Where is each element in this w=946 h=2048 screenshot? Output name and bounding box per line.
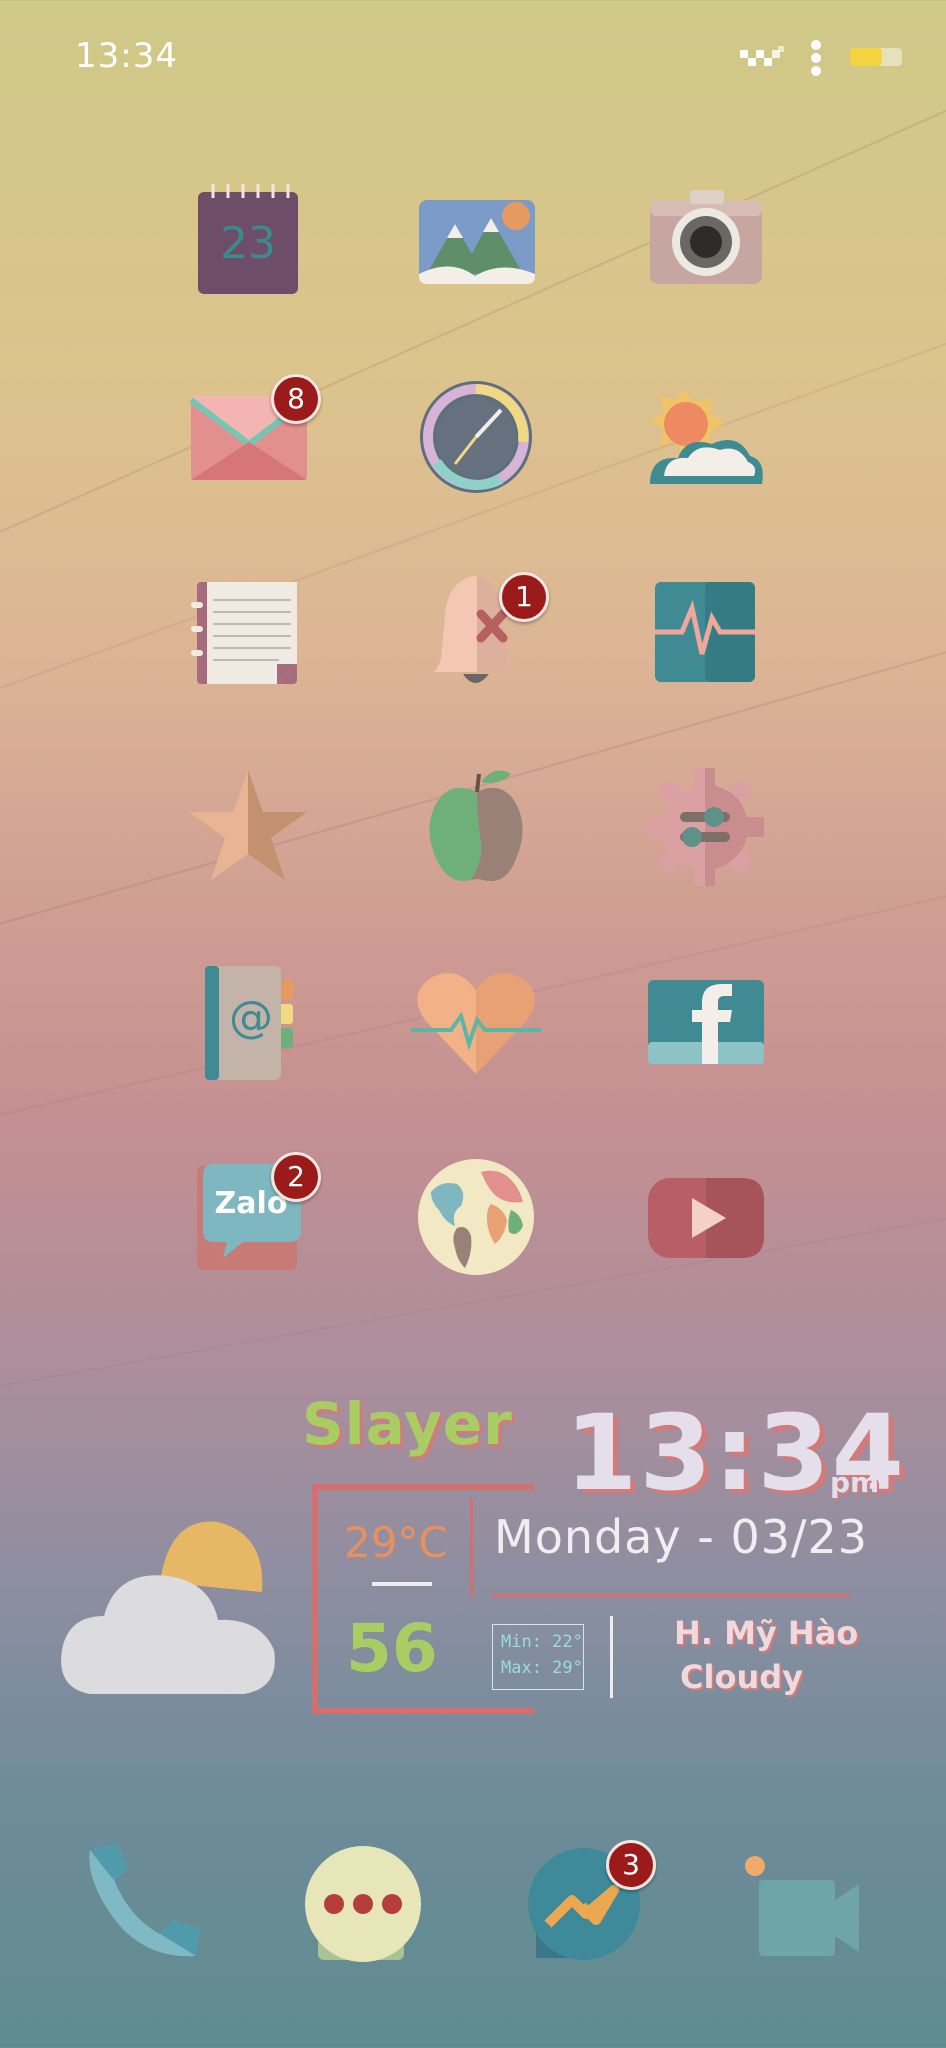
- gear-icon: [646, 768, 764, 886]
- widget-title: Slayer: [302, 1390, 513, 1458]
- zalo-app[interactable]: Zalo 2: [183, 1152, 321, 1282]
- clock-app[interactable]: [411, 372, 541, 502]
- mail-app[interactable]: 8: [183, 372, 321, 502]
- notes-app[interactable]: [183, 568, 313, 698]
- apple-icon: [429, 770, 523, 881]
- widget-condition: Cloudy: [680, 1658, 803, 1696]
- phone-app[interactable]: [80, 1840, 210, 1970]
- messenger-badge: 3: [606, 1840, 656, 1890]
- battery-icon: [850, 48, 902, 66]
- camera-icon: [650, 190, 762, 284]
- weather-app[interactable]: [640, 372, 770, 502]
- status-time: 13:34: [75, 36, 178, 76]
- signal-icon: [740, 44, 786, 70]
- widget-weather-icon: [60, 1512, 280, 1702]
- gallery-app[interactable]: [411, 178, 541, 308]
- widget-min: Min: 22°: [501, 1632, 583, 1652]
- chat-dots-icon: [305, 1846, 421, 1962]
- contacts-app[interactable]: @: [183, 958, 313, 1088]
- mountains-photo-icon: [419, 200, 535, 284]
- video-camera-icon: [745, 1856, 859, 1956]
- temp-divider: [470, 1498, 473, 1596]
- health-monitor-app[interactable]: [640, 568, 770, 698]
- heart-rate-app[interactable]: [411, 958, 541, 1088]
- widget-frame-left: [312, 1484, 318, 1714]
- apple-app[interactable]: [411, 762, 541, 892]
- zalo-badge: 2: [271, 1152, 321, 1202]
- play-icon: [648, 1178, 764, 1258]
- calendar-app[interactable]: 23: [183, 178, 313, 308]
- widget-frame-bottom: [312, 1708, 534, 1714]
- clock-icon: [420, 381, 532, 493]
- widget-location: H. Mỹ Hào: [674, 1614, 859, 1652]
- heart-pulse-icon: [411, 973, 541, 1074]
- messenger-app[interactable]: 3: [520, 1840, 656, 1970]
- sun-cloud-icon: [650, 390, 763, 484]
- globe-app[interactable]: [411, 1152, 541, 1282]
- cloud-sun-icon: [61, 1521, 275, 1694]
- messages-app[interactable]: [298, 1840, 428, 1970]
- star-icon: [189, 770, 307, 880]
- favorites-app[interactable]: [183, 762, 313, 892]
- notebook-icon: [191, 582, 297, 684]
- notifications-app[interactable]: 1: [411, 568, 549, 698]
- facebook-app[interactable]: [640, 958, 770, 1088]
- widget-date: Monday - 03/23: [494, 1510, 869, 1564]
- contacts-at-label: @: [229, 992, 273, 1043]
- phone-icon: [89, 1844, 200, 1957]
- calendar-day: 23: [220, 218, 276, 269]
- widget-max: Max: 29°: [501, 1658, 583, 1678]
- video-call-app[interactable]: [745, 1840, 875, 1970]
- settings-app[interactable]: [640, 762, 770, 892]
- pulse-icon: [655, 582, 755, 682]
- camera-app[interactable]: [640, 178, 770, 308]
- globe-icon: [418, 1159, 534, 1275]
- minmax-box: Min: 22° Max: 29°: [492, 1624, 584, 1690]
- mail-badge: 8: [271, 374, 321, 424]
- widget-frame-top: [312, 1484, 534, 1490]
- temp-underline: [372, 1582, 432, 1586]
- widget-temperature: 29°C: [344, 1518, 448, 1567]
- date-underline: [492, 1594, 850, 1597]
- notifications-badge: 1: [499, 572, 549, 622]
- menu-dots-icon[interactable]: [808, 40, 824, 76]
- widget-ampm: pm: [830, 1466, 880, 1499]
- widget-humidity: 56: [346, 1610, 438, 1687]
- facebook-icon: [648, 980, 764, 1064]
- youtube-app[interactable]: [640, 1152, 770, 1282]
- minmax-divider: [610, 1616, 613, 1698]
